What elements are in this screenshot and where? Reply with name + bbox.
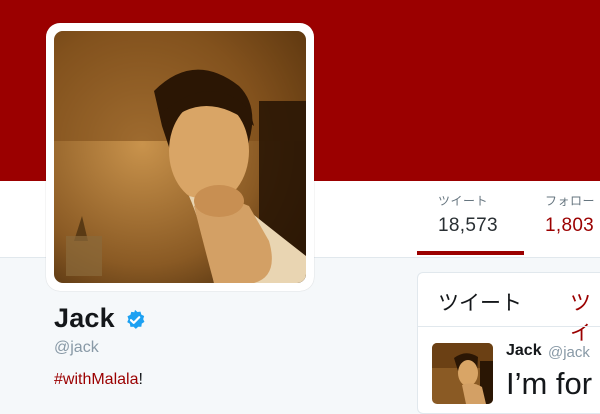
- profile-bio: #withMalala!: [54, 371, 143, 389]
- tweet-avatar[interactable]: [432, 343, 493, 404]
- stat-following-label: フォロー: [545, 194, 596, 208]
- stat-tweets-value: 18,573: [438, 215, 498, 236]
- profile-avatar-photo: [54, 31, 306, 283]
- bio-hashtag-link[interactable]: #withMalala: [54, 371, 138, 388]
- tweet-text: I’m for: [506, 366, 593, 401]
- active-tab-indicator: [417, 251, 524, 255]
- avatar-portrait: [54, 31, 306, 283]
- profile-handle[interactable]: @jack: [54, 339, 99, 357]
- bio-suffix: !: [138, 371, 143, 388]
- stat-following-value: 1,803: [545, 215, 595, 236]
- tab-tweets[interactable]: ツイート: [438, 287, 522, 317]
- stat-following[interactable]: フォロー 1,803: [545, 192, 595, 237]
- verified-badge-icon: [127, 309, 145, 329]
- stat-tweets-label: ツイート: [438, 194, 489, 208]
- timeline-divider: [417, 326, 600, 327]
- stat-tweets[interactable]: ツイート 18,573: [438, 192, 498, 237]
- tweet-author-name[interactable]: Jack: [506, 342, 542, 360]
- profile-name[interactable]: Jack: [54, 303, 115, 334]
- tab-tweets-and-replies[interactable]: ツイ: [570, 287, 600, 347]
- tweet-avatar-photo: [432, 343, 493, 404]
- tweet-author-handle[interactable]: @jack: [548, 344, 590, 361]
- profile-avatar[interactable]: [46, 23, 314, 291]
